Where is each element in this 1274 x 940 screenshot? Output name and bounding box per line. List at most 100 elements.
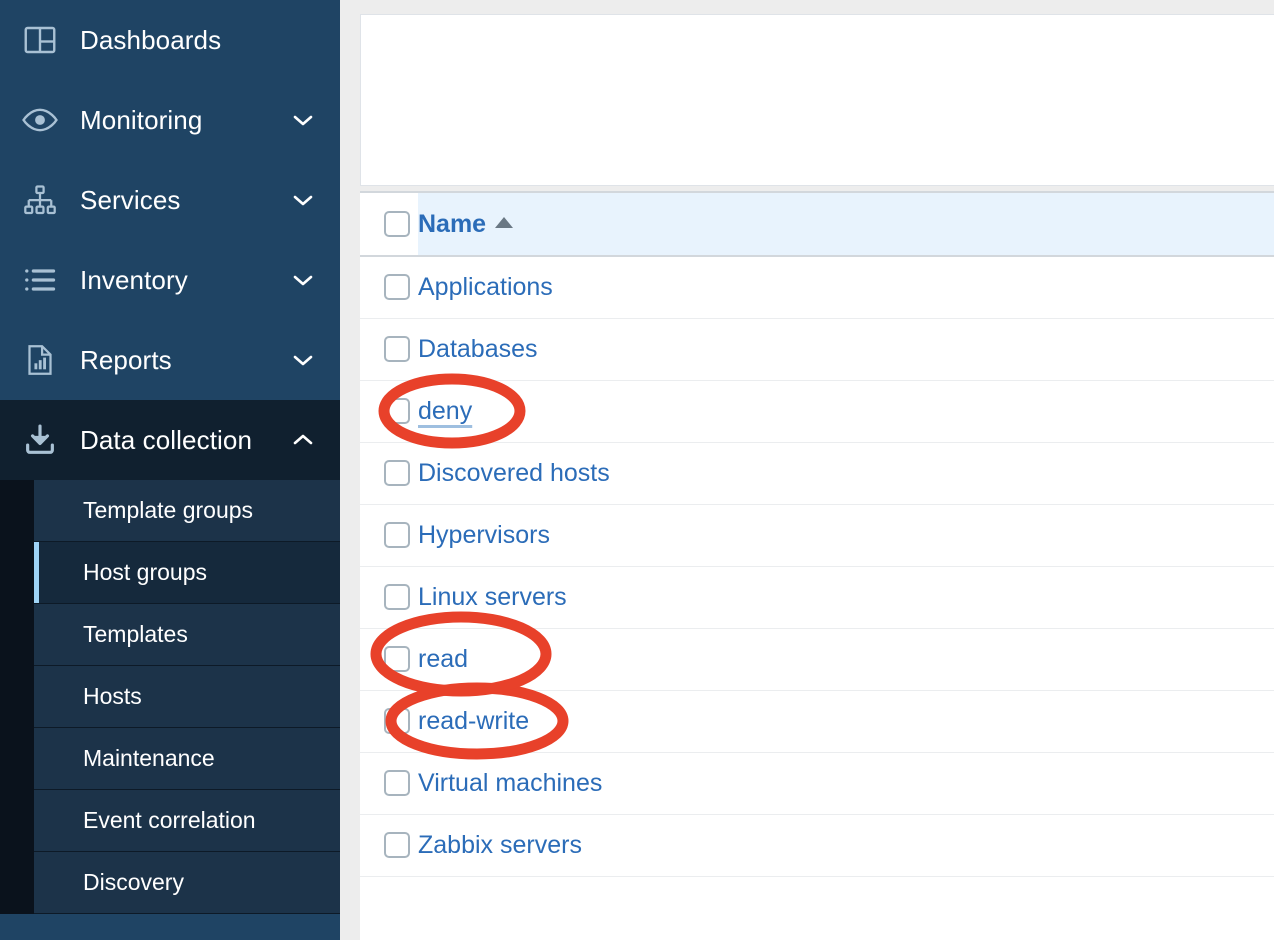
sidebar-item-monitoring[interactable]: Monitoring	[0, 80, 340, 160]
row-name-cell: read	[418, 628, 1274, 691]
submenu-item-templates[interactable]: Templates	[34, 604, 340, 666]
table-row: deny	[360, 380, 1274, 443]
chevron-down-icon[interactable]	[292, 349, 314, 371]
host-group-link[interactable]: deny	[418, 397, 472, 425]
row-checkbox-cell	[360, 318, 418, 381]
row-name-cell: Linux servers	[418, 566, 1274, 629]
row-name-cell: Databases	[418, 318, 1274, 381]
services-tree-icon	[18, 178, 62, 222]
host-group-link[interactable]: Databases	[418, 335, 538, 363]
data-collection-submenu: Template groups Host groups Templates Ho…	[0, 480, 340, 914]
report-chart-icon	[18, 338, 62, 382]
sidebar-item-reports[interactable]: Reports	[0, 320, 340, 400]
row-name-cell: Applications	[418, 256, 1274, 319]
host-group-link[interactable]: Discovered hosts	[418, 459, 610, 487]
row-checkbox[interactable]	[384, 770, 410, 796]
submenu-item-label: Host groups	[83, 559, 208, 585]
row-checkbox[interactable]	[384, 584, 410, 610]
submenu-item-maintenance[interactable]: Maintenance	[34, 728, 340, 790]
host-group-link[interactable]: Zabbix servers	[418, 831, 582, 859]
chevron-down-icon[interactable]	[292, 109, 314, 131]
sidebar-item-services[interactable]: Services	[0, 160, 340, 240]
sort-ascending-icon	[495, 216, 514, 228]
chevron-up-icon[interactable]	[292, 429, 314, 451]
chevron-down-icon[interactable]	[292, 189, 314, 211]
host-group-link[interactable]: read	[418, 645, 468, 673]
sidebar: Dashboards Monitoring Services Inventory…	[0, 0, 340, 940]
main-content: Name Applications Databases deny Discove…	[340, 0, 1274, 940]
submenu-item-label: Template groups	[83, 497, 254, 523]
host-group-link[interactable]: Hypervisors	[418, 521, 550, 549]
row-checkbox-cell	[360, 504, 418, 567]
table-row: Applications	[360, 256, 1274, 319]
host-group-link[interactable]: Linux servers	[418, 583, 567, 611]
row-checkbox[interactable]	[384, 832, 410, 858]
table-header-row: Name	[360, 191, 1274, 257]
submenu-item-label: Discovery	[83, 869, 184, 895]
name-column-label: Name	[418, 209, 487, 238]
submenu-item-event-correlation[interactable]: Event correlation	[34, 790, 340, 852]
row-checkbox-cell	[360, 256, 418, 319]
eye-icon	[18, 98, 62, 142]
row-checkbox-cell	[360, 690, 418, 753]
sidebar-item-data-collection[interactable]: Data collection	[0, 400, 340, 480]
table-row: Linux servers	[360, 566, 1274, 629]
sidebar-item-label: Reports	[80, 344, 172, 375]
submenu-item-label: Templates	[83, 621, 188, 647]
submenu-item-label: Maintenance	[83, 745, 215, 771]
submenu-item-host-groups[interactable]: Host groups	[34, 542, 340, 604]
row-checkbox-cell	[360, 814, 418, 877]
submenu-item-template-groups[interactable]: Template groups	[34, 480, 340, 542]
table-row: Databases	[360, 318, 1274, 381]
host-group-link[interactable]: read-write	[418, 707, 529, 735]
row-checkbox-cell	[360, 442, 418, 505]
row-checkbox[interactable]	[384, 460, 410, 486]
chevron-down-icon[interactable]	[292, 269, 314, 291]
sort-by-name-link[interactable]: Name	[418, 209, 514, 239]
row-name-cell: Zabbix servers	[418, 814, 1274, 877]
row-checkbox[interactable]	[384, 398, 410, 424]
table-row: Hypervisors	[360, 504, 1274, 567]
row-checkbox-cell	[360, 566, 418, 629]
host-group-link[interactable]: Applications	[418, 273, 553, 301]
sidebar-item-dashboards[interactable]: Dashboards	[0, 0, 340, 80]
list-icon	[18, 258, 62, 302]
row-name-cell: read-write	[418, 690, 1274, 753]
name-column-header: Name	[418, 191, 1274, 257]
host-groups-table-container: Name Applications Databases deny Discove…	[360, 191, 1274, 940]
row-checkbox[interactable]	[384, 708, 410, 734]
sidebar-item-label: Monitoring	[80, 104, 203, 135]
row-checkbox[interactable]	[384, 646, 410, 672]
select-all-checkbox[interactable]	[384, 211, 410, 237]
table-body: Applications Databases deny Discovered h…	[360, 256, 1274, 877]
sidebar-item-label: Dashboards	[80, 24, 222, 55]
row-name-cell: Discovered hosts	[418, 442, 1274, 505]
host-group-link[interactable]: Virtual machines	[418, 769, 602, 797]
app-root: Dashboards Monitoring Services Inventory…	[0, 0, 1274, 940]
sidebar-item-label: Inventory	[80, 264, 188, 295]
row-checkbox[interactable]	[384, 274, 410, 301]
table-row: read	[360, 628, 1274, 691]
table-row: Virtual machines	[360, 752, 1274, 815]
submenu-item-discovery[interactable]: Discovery	[34, 852, 340, 914]
filter-panel	[360, 14, 1274, 186]
row-checkbox-cell	[360, 380, 418, 443]
host-groups-table: Name Applications Databases deny Discove…	[360, 191, 1274, 877]
row-name-cell: Hypervisors	[418, 504, 1274, 567]
submenu-item-label: Event correlation	[83, 807, 256, 833]
dashboards-icon	[18, 18, 62, 62]
row-checkbox-cell	[360, 628, 418, 691]
sidebar-item-label: Data collection	[80, 424, 253, 455]
table-row: Discovered hosts	[360, 442, 1274, 505]
sidebar-item-inventory[interactable]: Inventory	[0, 240, 340, 320]
sidebar-item-label: Services	[80, 184, 181, 215]
download-icon	[18, 418, 62, 462]
row-checkbox[interactable]	[384, 336, 410, 362]
row-name-cell: deny	[418, 380, 1274, 443]
row-checkbox[interactable]	[384, 522, 410, 548]
select-all-header-cell	[360, 191, 418, 257]
row-name-cell: Virtual machines	[418, 752, 1274, 815]
row-checkbox-cell	[360, 752, 418, 815]
table-row: Zabbix servers	[360, 814, 1274, 877]
submenu-item-hosts[interactable]: Hosts	[34, 666, 340, 728]
